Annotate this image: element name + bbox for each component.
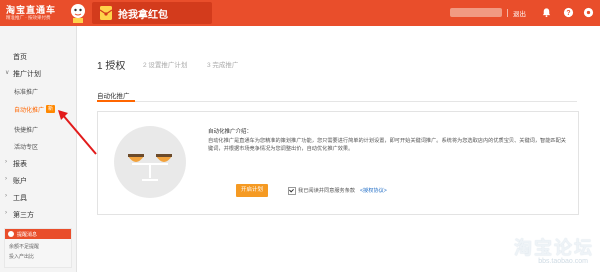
sidebar-item-label: 活动专区 (14, 145, 39, 151)
reminder-header: 提醒消息 (5, 229, 71, 239)
red-packet-icon (99, 6, 113, 20)
sidebar-item-reports[interactable]: › 报表 (0, 156, 76, 170)
illustration (114, 126, 186, 198)
settings-icon[interactable] (583, 7, 594, 18)
svg-text:?: ? (566, 10, 570, 17)
sidebar-item-label: 首页 (13, 54, 27, 61)
chevron-right-icon: › (5, 159, 7, 165)
agree-checkbox[interactable] (288, 187, 296, 195)
chevron-down-icon: ∨ (5, 70, 10, 76)
agree-text: 我已阅读并同意服务条款 (298, 188, 356, 194)
logout-link[interactable]: 退出 (513, 8, 526, 18)
sidebar-item-auto[interactable]: 自动化推广 新 (0, 102, 76, 116)
sidebar-item-label: 快捷推广 (14, 128, 39, 134)
sidebar-item-label: 工具 (13, 195, 27, 202)
sidebar-item-events[interactable]: 活动专区 (0, 139, 76, 153)
step-1: 1 授权 (97, 61, 126, 72)
watermark-main: 淘宝论坛 (514, 238, 594, 258)
account-name[interactable] (450, 8, 502, 17)
sidebar-item-label: 报表 (13, 161, 27, 168)
section-underline (97, 100, 135, 102)
reminder-panel[interactable]: 提醒消息 余额不足提醒 投入产出比 (4, 228, 72, 268)
divider (97, 101, 577, 102)
reminder-line[interactable]: 余额不足提醒 (9, 243, 39, 250)
scale-icon (128, 154, 172, 181)
sidebar-item-home[interactable]: 首页 (0, 49, 76, 63)
watermark: 淘宝论坛 bbs.taobao.com (498, 234, 594, 270)
watermark-sub: bbs.taobao.com (538, 258, 588, 265)
chevron-right-icon: › (5, 193, 7, 199)
sidebar-item-label: 推广计划 (13, 71, 41, 78)
sidebar-item-tools[interactable]: › 工具 (0, 190, 76, 204)
sidebar-item-label: 标准推广 (14, 90, 39, 96)
sidebar-item-quick[interactable]: 快捷推广 (0, 122, 76, 136)
sidebar-item-campaigns[interactable]: ∨ 推广计划 (0, 66, 76, 80)
reminder-line[interactable]: 投入产出比 (9, 253, 34, 260)
sidebar-item-account[interactable]: › 账户 (0, 173, 76, 187)
logo-subtitle: 精准推广 · 按效果付费 (6, 15, 51, 20)
bell-icon[interactable] (541, 7, 552, 18)
sidebar-item-label: 第三方 (13, 212, 34, 219)
sidebar-item-label: 自动化推广 (14, 108, 45, 114)
red-packet-banner[interactable]: 抢我拿红包 (92, 2, 212, 24)
sidebar-item-standard[interactable]: 标准推广 (0, 84, 76, 98)
mascot-icon (71, 4, 85, 23)
divider (507, 9, 508, 17)
banner-text: 抢我拿红包 (118, 10, 168, 21)
chevron-right-icon: › (5, 176, 7, 182)
agreement-link[interactable]: <授权协议> (360, 187, 387, 194)
auto-promotion-card: 自动化推广介绍： 自动化推广是直通车为您精准的策划推广功能，您只需要进行简单的计… (97, 111, 579, 215)
reminder-title: 提醒消息 (17, 232, 38, 238)
section-title: 自动化推广 (97, 93, 130, 100)
intro-title: 自动化推广介绍： (208, 129, 253, 135)
top-header: 淘宝直通车 精准推广 · 按效果付费 抢我拿红包 退出 ? (0, 0, 600, 26)
sidebar-item-label: 账户 (13, 178, 27, 185)
open-plan-button[interactable]: 开启计划 (236, 184, 268, 197)
step-3: 3 完成推广 (207, 62, 239, 69)
sidebar-item-third-party[interactable]: › 第三方 (0, 207, 76, 221)
help-icon[interactable]: ? (563, 7, 574, 18)
chevron-right-icon: › (5, 210, 7, 216)
logo[interactable]: 淘宝直通车 精准推广 · 按效果付费 (4, 2, 66, 24)
new-badge: 新 (46, 105, 55, 113)
step-2: 2 设置推广计划 (143, 62, 188, 69)
intro-text: 自动化推广是直通车为您精准的策划推广功能，您只需要进行简单的计划设置，即可开始关… (208, 138, 566, 152)
bell-icon (8, 231, 14, 237)
